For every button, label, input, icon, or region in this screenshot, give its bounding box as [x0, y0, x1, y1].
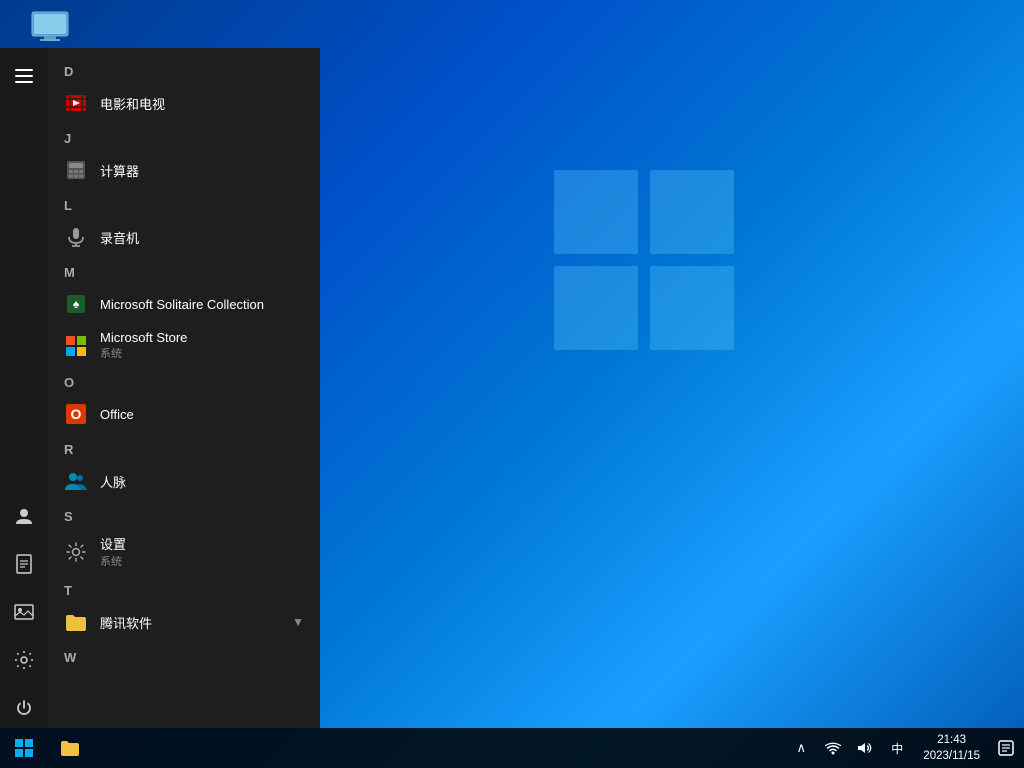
taskbar: ∧ 中 — [0, 728, 1024, 768]
office-name: Office — [100, 407, 134, 422]
windows-logo-decoration — [544, 160, 744, 360]
tray-language-label: 中 — [891, 740, 903, 757]
app-settings[interactable]: 设置 系统 — [48, 528, 320, 575]
hamburger-menu-button[interactable] — [4, 56, 44, 96]
tray-notification-icon[interactable] — [992, 728, 1020, 768]
tray-chevron[interactable]: ∧ — [787, 728, 815, 768]
start-button[interactable] — [0, 728, 48, 768]
taskbar-file-explorer[interactable] — [48, 728, 92, 768]
app-calculator[interactable]: 计算器 — [48, 150, 320, 190]
user-profile-button[interactable] — [4, 496, 44, 536]
section-j: J — [48, 123, 320, 150]
calculator-name: 计算器 — [100, 161, 139, 180]
app-people[interactable]: 人脉 — [48, 461, 320, 501]
taskbar-tray: ∧ 中 — [787, 728, 1024, 768]
people-name: 人脉 — [100, 472, 126, 491]
start-sidebar — [0, 48, 48, 728]
desktop: 此电脑 — [0, 0, 1024, 768]
section-r: R — [48, 434, 320, 461]
microsoft-store-sub: 系统 — [100, 345, 187, 361]
app-office[interactable]: O Office — [48, 394, 320, 434]
section-d: D — [48, 56, 320, 83]
photos-button[interactable] — [4, 592, 44, 632]
section-m: M — [48, 257, 320, 284]
settings-sub: 系统 — [100, 553, 126, 569]
app-movies-tv[interactable]: 电影和电视 — [48, 83, 320, 123]
section-t: T — [48, 575, 320, 602]
power-button[interactable] — [4, 688, 44, 728]
app-solitaire[interactable]: ♠ Microsoft Solitaire Collection — [48, 284, 320, 324]
movies-tv-icon — [64, 91, 88, 115]
people-icon — [64, 469, 88, 493]
solitaire-icon: ♠ — [64, 292, 88, 316]
section-s: S — [48, 501, 320, 528]
recorder-name: 录音机 — [100, 228, 139, 247]
tencent-folder-icon — [64, 610, 88, 634]
settings-icon — [64, 540, 88, 564]
app-microsoft-store[interactable]: Microsoft Store 系统 — [48, 324, 320, 367]
section-o: O — [48, 367, 320, 394]
microsoft-store-name: Microsoft Store — [100, 330, 187, 345]
calculator-icon — [64, 158, 88, 182]
section-w: W — [48, 642, 320, 669]
solitaire-name: Microsoft Solitaire Collection — [100, 297, 264, 312]
app-recorder[interactable]: 录音机 — [48, 217, 320, 257]
this-pc-icon — [30, 10, 70, 42]
sidebar-settings-button[interactable] — [4, 640, 44, 680]
microsoft-store-icon — [64, 334, 88, 358]
section-l: L — [48, 190, 320, 217]
documents-button[interactable] — [4, 544, 44, 584]
tray-time: 21:43 — [937, 732, 966, 748]
tray-network-icon[interactable] — [819, 728, 847, 768]
app-tencent-folder[interactable]: 腾讯软件 ▼ — [48, 602, 320, 642]
tray-volume-icon[interactable] — [851, 728, 879, 768]
tray-language-icon[interactable]: 中 — [883, 728, 911, 768]
start-app-list[interactable]: D 电影和电视 J — [48, 48, 320, 728]
tencent-name: 腾讯软件 — [100, 613, 152, 632]
svg-text:O: O — [71, 406, 82, 422]
svg-text:♠: ♠ — [73, 297, 80, 311]
tray-clock[interactable]: 21:43 2023/11/15 — [915, 728, 988, 768]
recorder-icon — [64, 225, 88, 249]
start-menu: D 电影和电视 J — [0, 48, 320, 728]
movies-tv-name: 电影和电视 — [100, 94, 165, 113]
tray-date: 2023/11/15 — [923, 748, 980, 764]
folder-expand-icon: ▼ — [292, 615, 304, 629]
settings-name: 设置 — [100, 534, 126, 553]
office-icon: O — [64, 402, 88, 426]
